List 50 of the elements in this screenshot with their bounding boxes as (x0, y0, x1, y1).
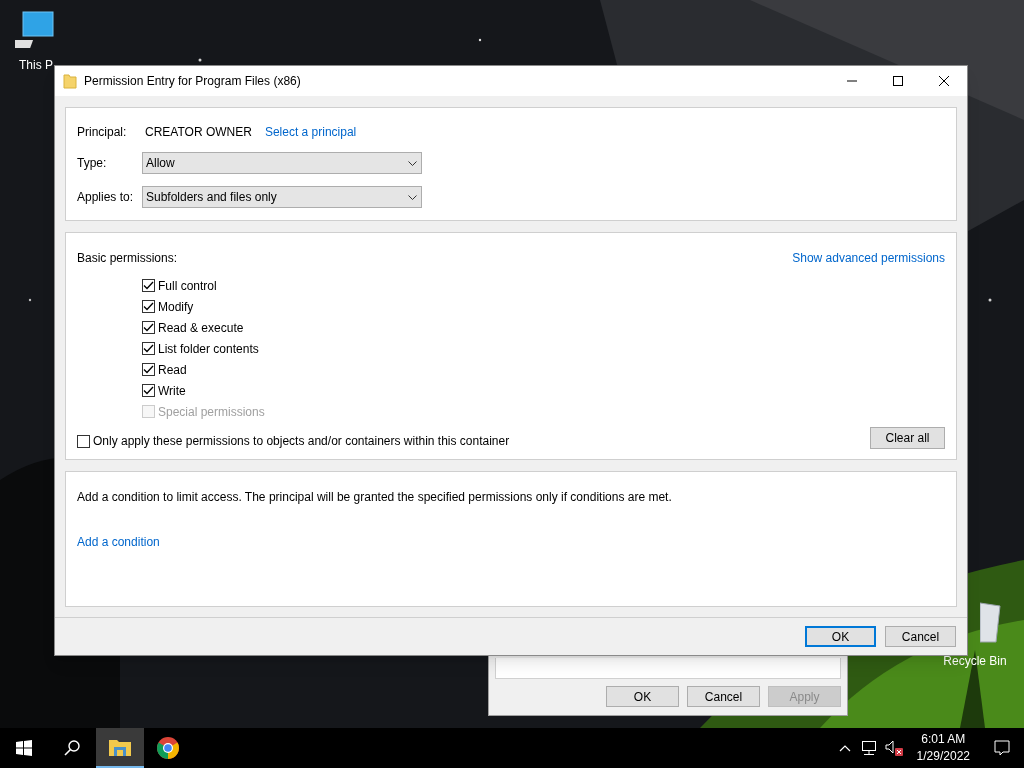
select-principal-link[interactable]: Select a principal (264, 123, 357, 141)
clock-date[interactable]: 1/29/2022 (916, 748, 970, 765)
checkbox[interactable] (142, 300, 155, 313)
speech-bubble-icon (994, 740, 1010, 756)
checkbox-label[interactable]: Write (158, 381, 186, 400)
folder-icon (63, 73, 77, 89)
checkbox-label[interactable]: Read (158, 360, 187, 379)
checkbox-label[interactable]: Read & execute (158, 318, 244, 337)
muted-speaker-icon[interactable] (884, 740, 903, 756)
condition-description: Add a condition to limit access. The principal will be granted the specified permissions only if conditions are met. (77, 489, 673, 506)
type-dropdown[interactable]: Allow (142, 152, 422, 174)
chevron-down-icon (408, 194, 417, 200)
checkbox[interactable] (142, 342, 155, 355)
checkbox-label[interactable]: Full control (158, 276, 217, 295)
add-condition-link[interactable]: Add a condition (77, 533, 160, 551)
dialog-button[interactable]: Cancel (885, 626, 956, 647)
principal-value: CREATOR OWNER (145, 124, 252, 141)
checkbox[interactable] (77, 434, 90, 448)
desktop-icon-label[interactable]: Recycle Bin (943, 652, 1007, 670)
window-title: Permission Entry for Program Files (x86) (84, 73, 301, 90)
dialog-button[interactable]: OK (805, 626, 876, 647)
clear-all-button[interactable]: Clear all (870, 427, 945, 449)
maximize-icon (893, 76, 903, 86)
checkbox-label[interactable]: List folder contents (158, 339, 259, 358)
taskbar-app-button[interactable] (96, 728, 144, 768)
browser-icon (157, 737, 179, 759)
clock-time[interactable]: 6:01 AM (921, 731, 966, 748)
checkbox[interactable] (142, 363, 155, 376)
search-icon (64, 740, 80, 756)
chevron-down-icon (408, 160, 417, 166)
checkbox-label: Special permissions (158, 403, 265, 421)
folder-icon (109, 738, 131, 756)
desktop-icon-label[interactable]: This P (19, 56, 53, 74)
basic-permissions-label: Basic permissions: (77, 250, 178, 267)
checkbox[interactable] (142, 321, 155, 334)
show-advanced-permissions-link[interactable]: Show advanced permissions (792, 249, 945, 267)
checkbox[interactable] (142, 279, 155, 292)
close-icon (939, 76, 949, 86)
chevron-up-icon[interactable] (838, 744, 851, 752)
dialog-button[interactable]: Cancel (687, 686, 760, 707)
principal-label: Principal: (77, 124, 128, 141)
applies-to-label: Applies to: (77, 189, 135, 206)
checkbox-label[interactable]: Modify (158, 297, 194, 316)
type-label: Type: (77, 155, 108, 172)
network-icon[interactable] (860, 740, 877, 756)
dialog-button[interactable]: OK (606, 686, 679, 707)
applies-to-dropdown[interactable]: Subfolders and files only (142, 186, 422, 208)
checkbox[interactable] (142, 384, 155, 397)
checkbox-label[interactable]: Only apply these permissions to objects and/or containers within this container (93, 432, 510, 450)
windows-icon (16, 740, 32, 756)
